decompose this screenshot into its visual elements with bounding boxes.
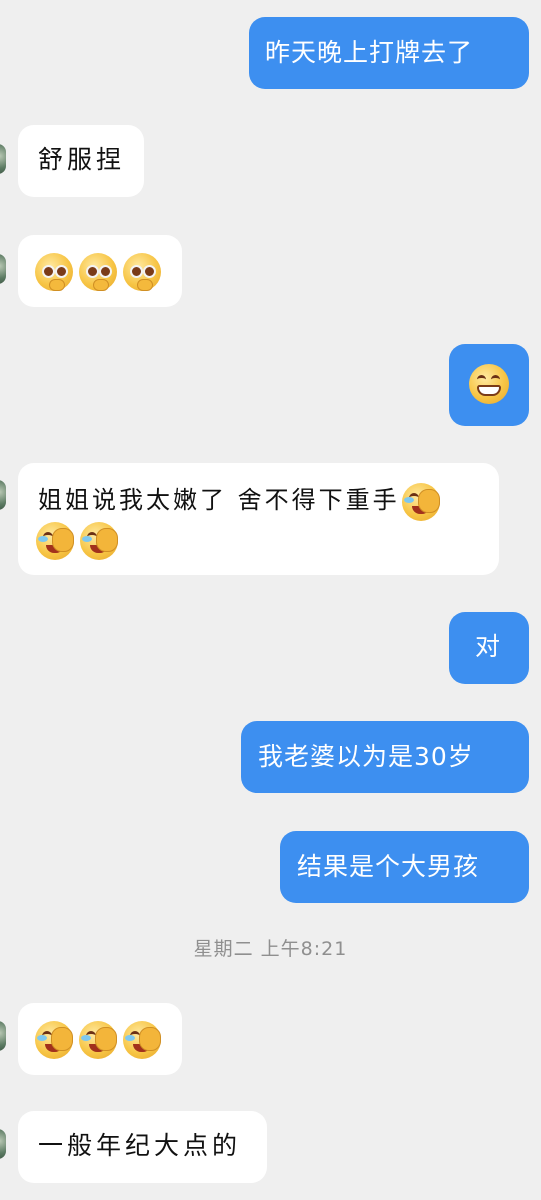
contact-avatar[interactable] — [0, 254, 6, 284]
laugh-cry-emoji — [36, 522, 74, 560]
laugh-cry-emoji — [401, 482, 440, 521]
incoming-emoji-message[interactable] — [18, 1003, 182, 1075]
message-text: 对 — [475, 632, 502, 661]
contact-avatar[interactable] — [0, 144, 6, 174]
outgoing-message[interactable]: 结果是个大男孩 — [280, 831, 529, 903]
contact-avatar[interactable] — [0, 1129, 6, 1159]
laugh-cry-emoji — [80, 522, 118, 560]
grin-emoji — [469, 364, 509, 404]
shy-blush-emoji — [35, 252, 73, 291]
shy-blush-emoji — [123, 252, 161, 291]
contact-avatar[interactable] — [0, 1021, 6, 1051]
outgoing-message[interactable]: 我老婆以为是30岁 — [241, 721, 529, 793]
contact-avatar[interactable] — [0, 480, 6, 510]
laugh-cry-emoji — [123, 1020, 161, 1059]
message-text: 姐姐说我太嫩了 舍不得下重手 — [38, 486, 400, 514]
outgoing-emoji-message[interactable] — [449, 344, 529, 426]
incoming-message[interactable]: 一般年纪大点的 — [18, 1111, 267, 1183]
message-text: 一般年纪大点的 — [38, 1131, 242, 1160]
message-text: 舒服捏 — [38, 145, 126, 174]
outgoing-message[interactable]: 昨天晚上打牌去了 — [249, 17, 529, 89]
incoming-message[interactable]: 舒服捏 — [18, 125, 144, 197]
incoming-emoji-message[interactable] — [18, 235, 182, 307]
outgoing-message[interactable]: 对 — [449, 612, 529, 684]
laugh-cry-emoji — [35, 1020, 73, 1059]
message-text: 我老婆以为是30岁 — [258, 742, 474, 771]
message-timestamp: 星期二 上午8:21 — [193, 938, 348, 960]
message-text: 昨天晚上打牌去了 — [265, 38, 474, 67]
laugh-cry-emoji — [79, 1020, 117, 1059]
chat-conversation[interactable]: 昨天晚上打牌去了 舒服捏 姐姐说我太嫩了 舍不得下重手 对 我老婆以为是30岁 … — [0, 0, 541, 1200]
shy-blush-emoji — [79, 252, 117, 291]
incoming-message[interactable]: 姐姐说我太嫩了 舍不得下重手 — [18, 463, 499, 575]
message-text: 结果是个大男孩 — [297, 852, 480, 881]
